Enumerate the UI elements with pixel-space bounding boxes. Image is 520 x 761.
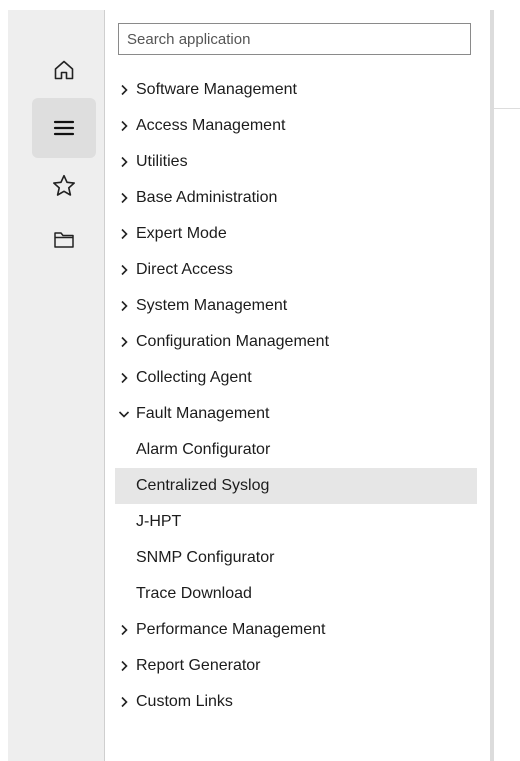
tree-item-label: Performance Management: [136, 621, 326, 638]
tree-item-label: Configuration Management: [136, 333, 330, 350]
tree-item-label: Trace Download: [136, 585, 252, 602]
tree-item-fault-management[interactable]: Fault Management: [115, 396, 477, 432]
tree-item-label: System Management: [136, 297, 288, 314]
tree-item-configuration-management[interactable]: Configuration Management: [115, 324, 477, 360]
tree-item-label: Collecting Agent: [136, 369, 252, 386]
chevron-right-icon: [115, 612, 133, 648]
tree-item-label: Report Generator: [136, 657, 261, 674]
tree-item-label: J-HPT: [136, 513, 182, 530]
tree-item-label: SNMP Configurator: [136, 549, 275, 566]
folder-button[interactable]: [32, 210, 96, 270]
tree-item-label: Custom Links: [136, 693, 233, 710]
tree-item-utilities[interactable]: Utilities: [115, 144, 477, 180]
navigation-panel: Software Management Access Management Ut…: [105, 10, 490, 761]
chevron-right-icon: [115, 108, 133, 144]
tree-item-base-administration[interactable]: Base Administration: [115, 180, 477, 216]
tree-item-label: Utilities: [136, 153, 188, 170]
chevron-right-icon: [115, 684, 133, 720]
tree-item-snmp-configurator[interactable]: SNMP Configurator: [115, 540, 477, 576]
app-window: Software Management Access Management Ut…: [0, 0, 520, 761]
tree-item-software-management[interactable]: Software Management: [115, 72, 477, 108]
tree-item-label: Base Administration: [136, 189, 278, 206]
icon-rail: [8, 10, 104, 761]
tree-item-custom-links[interactable]: Custom Links: [115, 684, 477, 720]
navigation-tree: Software Management Access Management Ut…: [115, 72, 477, 720]
home-icon: [52, 58, 76, 82]
tree-item-collecting-agent[interactable]: Collecting Agent: [115, 360, 477, 396]
chevron-right-icon: [115, 216, 133, 252]
favorites-button[interactable]: [32, 156, 96, 216]
tree-item-access-management[interactable]: Access Management: [115, 108, 477, 144]
chevron-right-icon: [115, 72, 133, 108]
tree-item-system-management[interactable]: System Management: [115, 288, 477, 324]
top-strip: [0, 0, 520, 10]
menu-button[interactable]: [32, 98, 96, 158]
search-input[interactable]: [118, 23, 471, 55]
chevron-right-icon: [115, 252, 133, 288]
tree-item-j-hpt[interactable]: J-HPT: [115, 504, 477, 540]
tree-item-label: Alarm Configurator: [136, 441, 271, 458]
chevron-right-icon: [115, 648, 133, 684]
tree-item-label: Expert Mode: [136, 225, 227, 242]
menu-icon: [53, 118, 75, 138]
chevron-right-icon: [115, 360, 133, 396]
tree-item-direct-access[interactable]: Direct Access: [115, 252, 477, 288]
chevron-right-icon: [115, 288, 133, 324]
tree-item-expert-mode[interactable]: Expert Mode: [115, 216, 477, 252]
tree-item-report-generator[interactable]: Report Generator: [115, 648, 477, 684]
tree-item-label: Fault Management: [136, 405, 270, 422]
tree-item-label: Software Management: [136, 81, 297, 98]
tree-item-label: Access Management: [136, 117, 286, 134]
content-header-divider: [494, 108, 520, 109]
tree-item-label: Direct Access: [136, 261, 233, 278]
chevron-right-icon: [115, 144, 133, 180]
tree-item-trace-download[interactable]: Trace Download: [115, 576, 477, 612]
tree-item-alarm-configurator[interactable]: Alarm Configurator: [115, 432, 477, 468]
tree-item-performance-management[interactable]: Performance Management: [115, 612, 477, 648]
tree-item-centralized-syslog[interactable]: Centralized Syslog: [115, 468, 477, 504]
chevron-down-icon: [115, 396, 133, 432]
chevron-right-icon: [115, 324, 133, 360]
tree-item-label: Centralized Syslog: [136, 477, 270, 494]
content-pane: [494, 10, 520, 761]
folder-icon: [53, 230, 75, 250]
home-button[interactable]: [32, 40, 96, 100]
chevron-right-icon: [115, 180, 133, 216]
star-icon: [51, 173, 77, 199]
